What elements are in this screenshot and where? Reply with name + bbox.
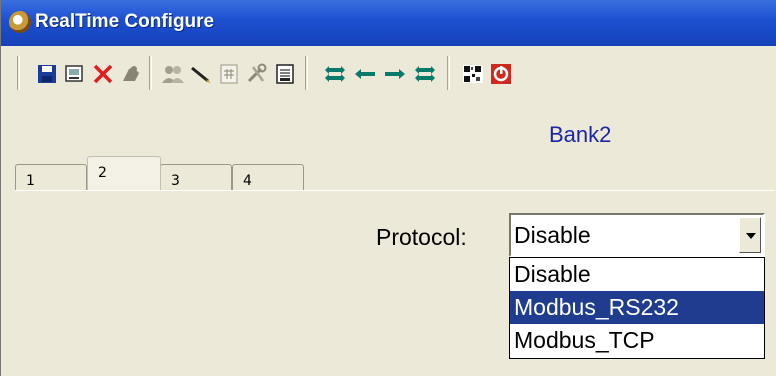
- app-gear-icon: [9, 11, 31, 33]
- tab-3[interactable]: 3: [160, 164, 232, 190]
- main-panel: Bank2 1 3 4 2 Protocol: Disable Disable …: [1, 100, 776, 376]
- tab-2[interactable]: 2: [87, 156, 161, 190]
- tab-label: 2: [98, 165, 107, 181]
- protocol-label: Protocol:: [376, 224, 467, 250]
- bank-title: Bank2: [549, 122, 612, 147]
- power-icon[interactable]: [487, 60, 515, 88]
- toolbar: [1, 46, 776, 100]
- protocol-option-disable[interactable]: Disable: [510, 258, 764, 291]
- protocol-selected-value: Disable: [514, 222, 591, 248]
- toolbar-separator: [149, 56, 152, 90]
- tab-label: 4: [243, 173, 252, 189]
- users-icon[interactable]: [159, 60, 187, 88]
- toolbar-separator: [17, 56, 20, 90]
- protocol-option-modbus-tcp[interactable]: Modbus_TCP: [510, 324, 764, 357]
- pencil-icon[interactable]: [187, 60, 215, 88]
- chevron-down-icon[interactable]: [739, 217, 761, 253]
- print-preview-icon[interactable]: [61, 60, 89, 88]
- calculator-icon[interactable]: [215, 60, 243, 88]
- tab-label: 3: [171, 173, 180, 189]
- toolbar-separator: [447, 56, 450, 90]
- first-icon[interactable]: [321, 60, 349, 88]
- protocol-dropdown-list: Disable Modbus_RS232 Modbus_TCP: [509, 257, 765, 359]
- tools-icon[interactable]: [243, 60, 271, 88]
- tab-4[interactable]: 4: [232, 164, 304, 190]
- clear-icon[interactable]: [117, 60, 145, 88]
- tab-baseline: [15, 190, 775, 191]
- protocol-option-modbus-rs232[interactable]: Modbus_RS232: [510, 291, 764, 324]
- next-icon[interactable]: [381, 60, 409, 88]
- realtime-configure-window: RealTime Configure Bank2 1 3 4 2 Protoco…: [0, 0, 776, 376]
- bank-tabs: 1 3 4 2: [15, 156, 775, 196]
- previous-icon[interactable]: [351, 60, 379, 88]
- delete-icon[interactable]: [89, 60, 117, 88]
- window-title: RealTime Configure: [35, 11, 215, 32]
- save-icon[interactable]: [33, 60, 61, 88]
- last-icon[interactable]: [411, 60, 439, 88]
- tab-1[interactable]: 1: [15, 164, 87, 190]
- qr-icon[interactable]: [459, 60, 487, 88]
- report-icon[interactable]: [271, 60, 299, 88]
- title-bar[interactable]: RealTime Configure: [1, 0, 776, 46]
- protocol-select[interactable]: Disable: [509, 213, 765, 257]
- toolbar-separator: [305, 56, 308, 90]
- tab-label: 1: [26, 173, 35, 189]
